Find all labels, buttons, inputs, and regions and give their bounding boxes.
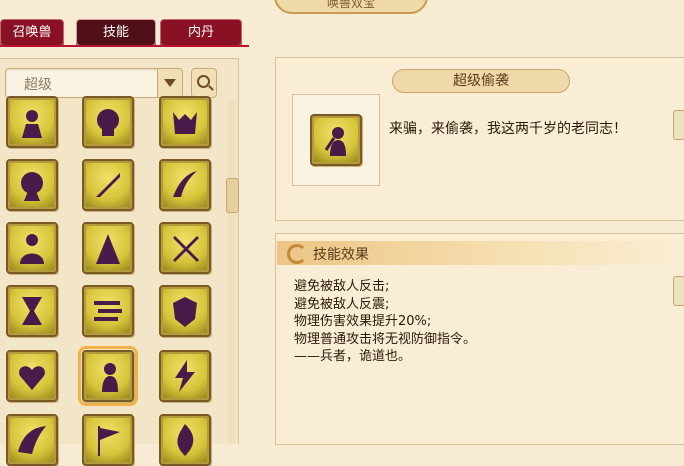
swirl-icon	[287, 244, 307, 264]
tab-inner-core[interactable]: 内丹	[160, 19, 242, 46]
chevron-down-icon[interactable]	[157, 69, 182, 97]
speed-lines-icon[interactable]	[82, 285, 134, 337]
sneak-attack-icon	[310, 114, 362, 166]
sneak-attack-icon[interactable]	[78, 346, 138, 406]
wing-icon[interactable]	[6, 414, 58, 466]
claw-slash-icon[interactable]	[159, 159, 211, 211]
skill-detail-icon-frame	[292, 94, 380, 186]
hourglass-icon[interactable]	[6, 285, 58, 337]
spiral-head-icon[interactable]	[6, 159, 58, 211]
skill-filter-select[interactable]: 超级	[5, 68, 183, 98]
skill-list-scrollbar[interactable]	[228, 100, 236, 443]
search-icon	[197, 75, 210, 88]
effect-line: 物理普通攻击将无视防御指令。	[294, 331, 477, 347]
shield-slash-icon[interactable]	[159, 285, 211, 337]
effect-line: ——兵者，诡道也。	[294, 349, 412, 364]
tab-divider	[0, 45, 249, 47]
skill-description: 来骗，来偷袭，我这两千岁的老同志！	[389, 121, 627, 137]
effect-line: 避免被敌人反震;	[294, 296, 390, 312]
demon-icon[interactable]	[159, 96, 211, 148]
skill-filter-value: 超级	[24, 77, 52, 93]
skill-name: 超级偷袭	[392, 69, 570, 93]
flame-icon[interactable]	[159, 414, 211, 466]
skull-icon[interactable]	[82, 96, 134, 148]
flag-icon[interactable]	[82, 414, 134, 466]
effect-title: 技能效果	[313, 247, 369, 263]
effect-line: 避免被敌人反击;	[294, 279, 390, 294]
description-scroll-thumb[interactable]	[673, 110, 684, 140]
effect-line: 物理伤害效果提升20%;	[294, 314, 432, 329]
effect-scroll-thumb[interactable]	[673, 276, 684, 306]
hand-orb-icon[interactable]	[6, 96, 58, 148]
sword-icon[interactable]	[82, 159, 134, 211]
search-button[interactable]	[191, 68, 217, 98]
heart-icon[interactable]	[6, 350, 58, 402]
lightning-icon[interactable]	[159, 350, 211, 402]
skill-list-scroll-thumb[interactable]	[226, 178, 239, 213]
tab-summon-beast[interactable]: 召唤兽	[0, 19, 64, 46]
window-title: 唤兽双宝	[274, 0, 428, 14]
crossed-blades-icon[interactable]	[159, 222, 211, 274]
tab-skills[interactable]: 技能	[76, 19, 156, 46]
effect-lines: 避免被敌人反击; 避免被敌人反震; 物理伤害效果提升20%; 物理普通攻击将无视…	[294, 278, 476, 366]
silhouette-icon[interactable]	[6, 222, 58, 274]
hooded-figure-icon[interactable]	[82, 222, 134, 274]
